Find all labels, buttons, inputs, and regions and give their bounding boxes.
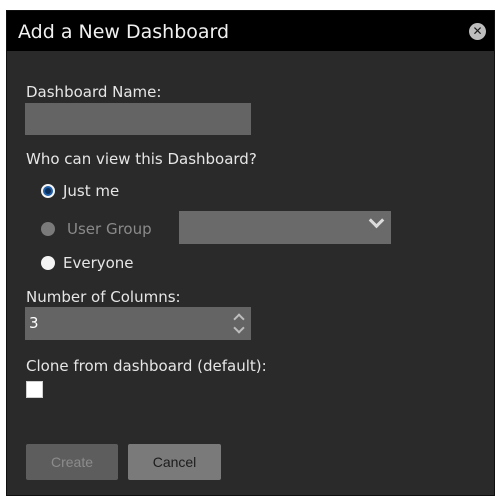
add-dashboard-dialog: Add a New Dashboard ✕ Dashboard Name: Wh… [6, 10, 495, 496]
chevron-down-icon [368, 212, 385, 229]
clone-label: Clone from dashboard (default): [26, 357, 267, 375]
radio-just-me-label: Just me [63, 182, 120, 200]
dialog-titlebar: Add a New Dashboard ✕ [7, 11, 494, 51]
radio-everyone[interactable] [41, 256, 55, 270]
dashboard-name-label: Dashboard Name: [26, 83, 162, 101]
close-icon[interactable]: ✕ [469, 23, 486, 40]
radio-just-me[interactable] [41, 184, 55, 198]
columns-label: Number of Columns: [26, 288, 181, 306]
radio-user-group[interactable] [41, 222, 55, 236]
chevron-down-icon[interactable] [233, 322, 245, 334]
cancel-button[interactable]: Cancel [128, 444, 221, 480]
radio-everyone-label: Everyone [63, 254, 134, 272]
user-group-select[interactable] [179, 211, 391, 244]
columns-stepper[interactable]: 3 [25, 307, 251, 340]
radio-user-group-label: User Group [67, 220, 152, 238]
dashboard-name-input[interactable] [25, 103, 251, 135]
visibility-label: Who can view this Dashboard? [26, 150, 257, 168]
columns-value: 3 [29, 314, 39, 332]
create-button[interactable]: Create [26, 444, 118, 480]
dialog-title: Add a New Dashboard [18, 21, 230, 43]
clone-checkbox[interactable] [26, 381, 43, 398]
